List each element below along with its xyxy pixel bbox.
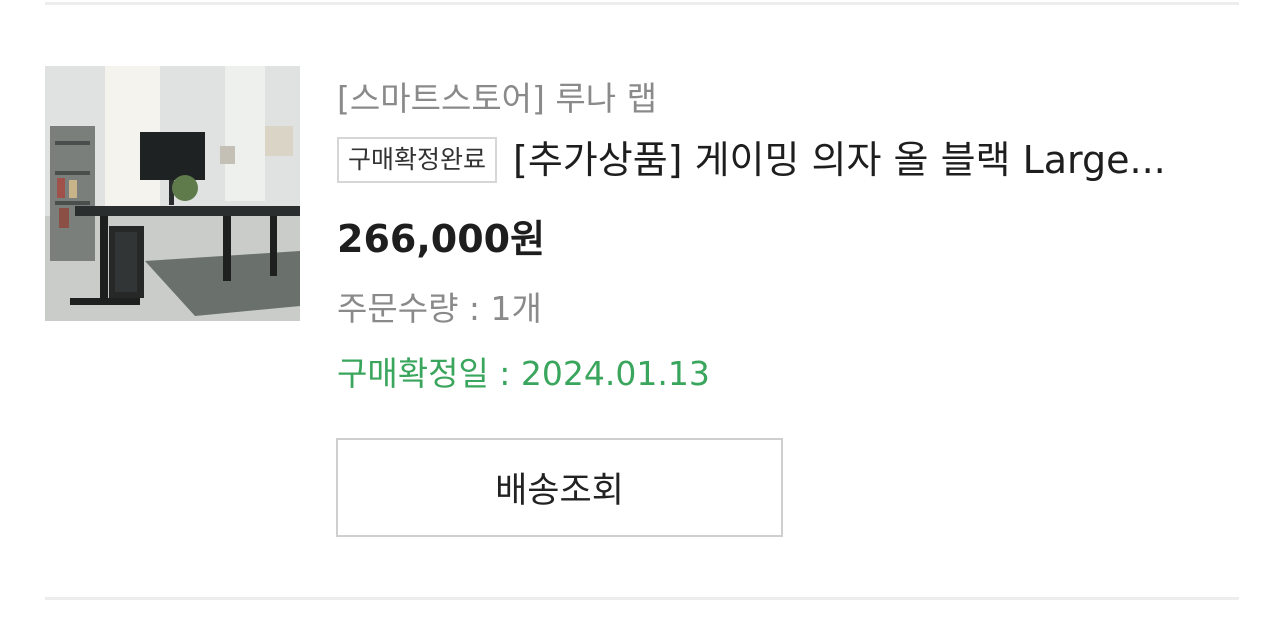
product-photo-icon <box>45 66 300 321</box>
product-title-row[interactable]: 구매확정완료 [추가상품] 게이밍 의자 올 블랙 Large... <box>337 134 1237 186</box>
product-thumbnail[interactable] <box>45 66 300 321</box>
product-title[interactable]: [추가상품] 게이밍 의자 올 블랙 Large... <box>513 134 1237 186</box>
bottom-divider <box>45 597 1239 600</box>
store-name: [스마트스토어] 루나 랩 <box>337 79 657 118</box>
product-price: 266,000원 <box>337 217 546 261</box>
purchase-confirmed-date: 구매확정일 : 2024.01.13 <box>337 354 710 393</box>
status-badge: 구매확정완료 <box>337 137 498 183</box>
top-divider <box>45 2 1239 5</box>
track-delivery-button[interactable]: 배송조회 <box>336 438 783 537</box>
order-quantity: 주문수량 : 1개 <box>337 289 542 328</box>
